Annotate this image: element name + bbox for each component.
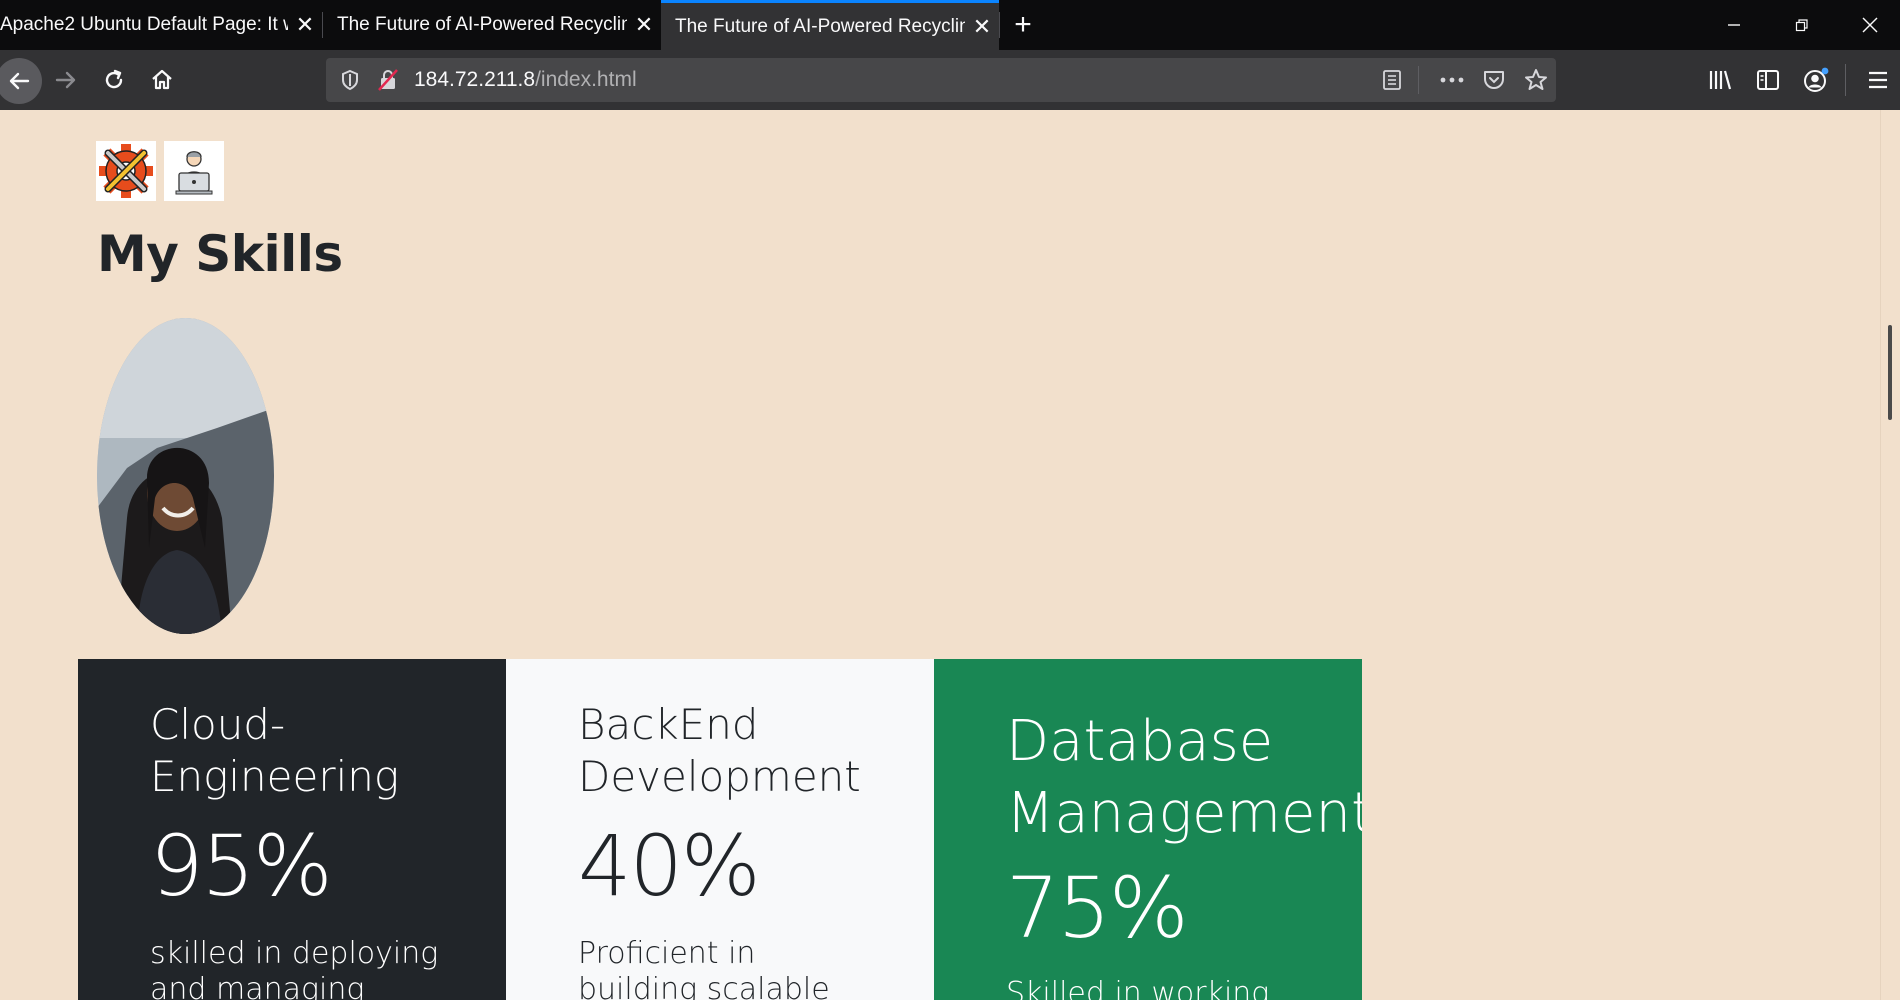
tab-label: The Future of AI-Powered Recycling (337, 14, 627, 35)
more-icon[interactable] (1438, 66, 1466, 94)
pocket-icon[interactable] (1480, 66, 1508, 94)
skill-title: BackEnd Development (578, 700, 861, 801)
skill-card-backend: BackEnd Development 40% Proficient in bu… (506, 659, 934, 1000)
tab-label: The Future of AI-Powered Recycling (675, 15, 965, 37)
tab-strip: Apache2 Ubuntu Default Page: It works ✕ … (0, 0, 1900, 50)
close-icon[interactable]: ✕ (627, 12, 661, 38)
skill-card-cloud: Cloud-Engineering 95% skilled in deployi… (78, 659, 506, 1000)
url-text: 184.72.211.8/index.html (414, 68, 637, 92)
gear-wrench-icon (96, 141, 156, 201)
skill-description: Proficient in building scalable and secu… (578, 936, 830, 1000)
library-icon[interactable] (1698, 58, 1742, 102)
skill-title: Database Management (1006, 709, 1362, 846)
close-icon[interactable]: ✕ (288, 12, 322, 38)
url-path: /index.html (535, 68, 637, 91)
tab-label: Apache2 Ubuntu Default Page: It works (0, 14, 288, 35)
developer-laptop-icon (164, 141, 224, 201)
account-icon[interactable] (1794, 58, 1838, 102)
close-icon[interactable]: ✕ (965, 14, 999, 40)
profile-photo (97, 318, 274, 634)
url-host: 184.72.211.8 (414, 68, 536, 91)
skill-percent: 40% (578, 817, 761, 915)
restore-icon[interactable] (1768, 0, 1836, 50)
toolbar-divider (1845, 64, 1846, 96)
shield-icon[interactable] (336, 66, 364, 94)
skill-percent: 95% (150, 817, 333, 915)
tab-recycling-1[interactable]: The Future of AI-Powered Recycling ✕ (323, 0, 661, 50)
skill-card-database: Database Management 75% Skilled in worki… (934, 659, 1362, 1000)
skill-title: Cloud-Engineering (150, 700, 400, 801)
tab-divider (999, 12, 1000, 38)
page-title: My Skills (97, 225, 343, 283)
bookmark-star-icon[interactable] (1522, 66, 1550, 94)
minimize-icon[interactable] (1700, 0, 1768, 50)
tab-apache[interactable]: Apache2 Ubuntu Default Page: It works ✕ (0, 0, 322, 50)
skill-description: skilled in deploying and managing (150, 936, 439, 1000)
reader-view-icon[interactable] (1378, 66, 1406, 94)
new-tab-button[interactable]: + (1003, 0, 1043, 50)
window-close-icon[interactable] (1836, 0, 1900, 50)
scrollbar-thumb[interactable] (1888, 325, 1892, 420)
forward-icon[interactable] (44, 58, 88, 102)
sidebar-icon[interactable] (1746, 58, 1790, 102)
urlbar-divider (1418, 66, 1419, 94)
navigation-toolbar: 184.72.211.8/index.html (0, 50, 1900, 110)
menu-icon[interactable] (1856, 58, 1900, 102)
skill-percent: 75% (1006, 859, 1189, 957)
reload-icon[interactable] (92, 58, 136, 102)
tab-recycling-2-active[interactable]: The Future of AI-Powered Recycling ✕ (661, 0, 999, 50)
address-bar[interactable]: 184.72.211.8/index.html (326, 58, 1556, 102)
back-icon[interactable] (0, 58, 42, 104)
skill-description: Skilled in working with (1006, 976, 1270, 1000)
page-scrollbar[interactable] (1880, 110, 1900, 1000)
insecure-lock-icon[interactable] (374, 66, 402, 94)
home-icon[interactable] (140, 58, 184, 102)
